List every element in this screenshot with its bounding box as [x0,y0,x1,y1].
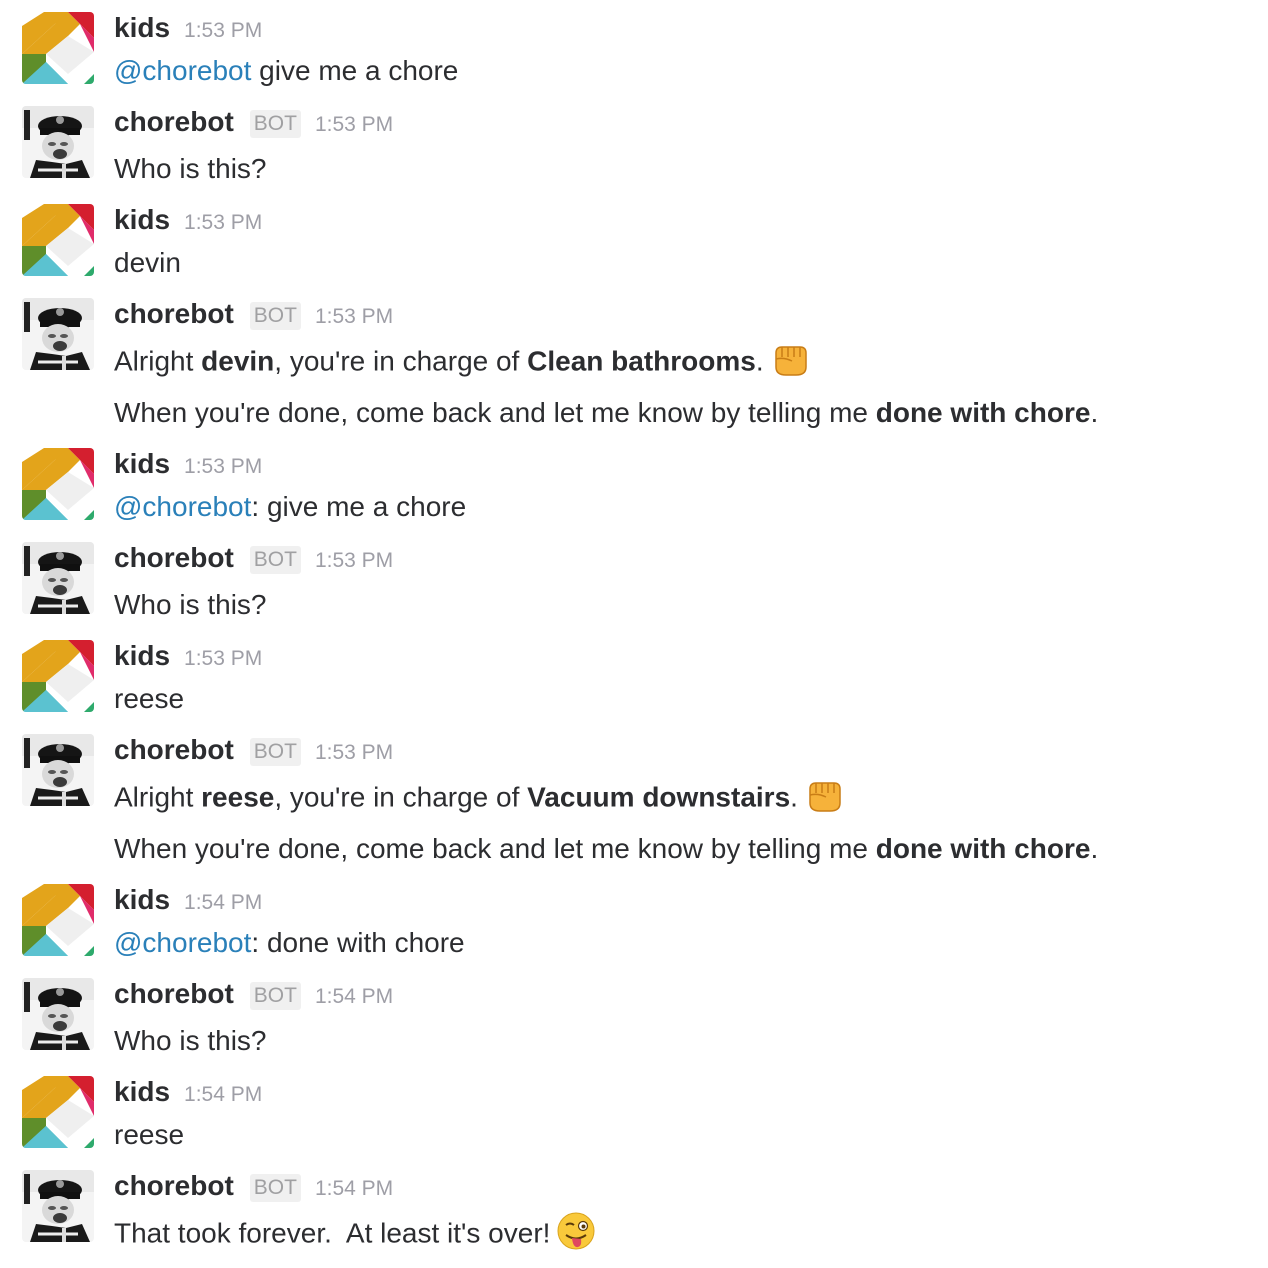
message-text: reese [114,683,185,714]
timestamp[interactable]: 1:53 PM [184,647,262,671]
message-text: @chorebot give me a chore [114,53,458,89]
assignee-name: reese [201,781,275,813]
message-header: chorebot BOT 1:53 PM [114,106,393,142]
bot-badge: BOT [249,1174,301,1202]
fisted-hand-emoji-icon [804,775,844,815]
message-header: chorebot BOT 1:53 PM [114,734,393,770]
bot-badge: BOT [249,546,301,574]
sender-name[interactable]: kids [114,884,170,916]
timestamp[interactable]: 1:53 PM [184,455,262,479]
bot-badge: BOT [249,110,301,138]
message-header: kids 1:54 PM [114,1076,262,1112]
kids-avatar-icon[interactable] [22,640,94,712]
sender-name[interactable]: kids [114,448,170,480]
sender-name[interactable]: chorebot [114,106,234,138]
message-header: chorebot BOT 1:53 PM [114,298,393,334]
timestamp[interactable]: 1:54 PM [184,1083,262,1107]
message-header: chorebot BOT 1:53 PM [114,542,393,578]
sender-name[interactable]: chorebot [114,1170,234,1202]
kids-avatar-icon[interactable] [22,1076,94,1148]
sender-name[interactable]: chorebot [114,978,234,1010]
message-text: When you're done, come back and let me k… [114,397,1099,428]
message-header: chorebot BOT 1:54 PM [114,1170,393,1206]
timestamp[interactable]: 1:53 PM [184,211,262,235]
sender-name[interactable]: chorebot [114,734,234,766]
sender-name[interactable]: kids [114,1076,170,1108]
kids-avatar-icon[interactable] [22,884,94,956]
timestamp[interactable]: 1:53 PM [315,741,393,765]
sender-name[interactable]: kids [114,204,170,236]
message-header: kids 1:53 PM [114,204,262,240]
mention-link[interactable]: @chorebot [114,55,251,86]
chorebot-avatar-icon[interactable] [22,978,94,1050]
winking-tongue-emoji-icon [556,1211,596,1251]
message-text: reese [114,1119,185,1150]
sender-name[interactable]: chorebot [114,542,234,574]
message-header: kids 1:53 PM [114,448,262,484]
message-body: give me a chore [251,55,459,86]
chorebot-avatar-icon[interactable] [22,298,94,370]
message-header: kids 1:53 PM [114,12,262,48]
message-text: @chorebot: give me a chore [114,491,467,522]
mention-link[interactable]: @chorebot [114,491,251,522]
timestamp[interactable]: 1:53 PM [315,113,393,137]
timestamp[interactable]: 1:53 PM [315,305,393,329]
sender-name[interactable]: kids [114,12,170,44]
timestamp[interactable]: 1:54 PM [315,1177,393,1201]
command-text: done with chore [875,397,1091,428]
bot-badge: BOT [249,982,301,1010]
kids-avatar-icon[interactable] [22,448,94,520]
chore-name: Vacuum downstairs [527,781,791,813]
message-text: Who is this? [114,589,267,620]
message-text: devin [114,247,181,278]
bot-badge: BOT [249,738,301,766]
message-text: Who is this? [114,153,267,184]
sender-name[interactable]: kids [114,640,170,672]
timestamp[interactable]: 1:54 PM [184,891,262,915]
mention-link[interactable]: @chorebot [114,927,251,958]
message-text: That took forever. At least it's over! [114,1215,596,1255]
sender-name[interactable]: chorebot [114,298,234,330]
message-text: When you're done, come back and let me k… [114,833,1099,864]
message-text: Alright reese, you're in charge of Vacuu… [114,779,844,819]
message-text: @chorebot: done with chore [114,927,465,958]
fisted-hand-emoji-icon [770,339,810,379]
kids-avatar-icon[interactable] [22,12,94,84]
command-text: done with chore [875,833,1091,864]
message-header: kids 1:54 PM [114,884,262,920]
chorebot-avatar-icon[interactable] [22,106,94,178]
timestamp[interactable]: 1:53 PM [315,549,393,573]
timestamp[interactable]: 1:54 PM [315,985,393,1009]
message-text: Alright devin, you're in charge of Clean… [114,343,810,383]
message-header: chorebot BOT 1:54 PM [114,978,393,1014]
kids-avatar-icon[interactable] [22,204,94,276]
chorebot-avatar-icon[interactable] [22,734,94,806]
chorebot-avatar-icon[interactable] [22,1170,94,1242]
message-text: Who is this? [114,1025,267,1056]
assignee-name: devin [201,345,275,377]
timestamp[interactable]: 1:53 PM [184,19,262,43]
message-header: kids 1:53 PM [114,640,262,676]
chorebot-avatar-icon[interactable] [22,542,94,614]
chore-name: Clean bathrooms [527,345,756,377]
bot-badge: BOT [249,302,301,330]
